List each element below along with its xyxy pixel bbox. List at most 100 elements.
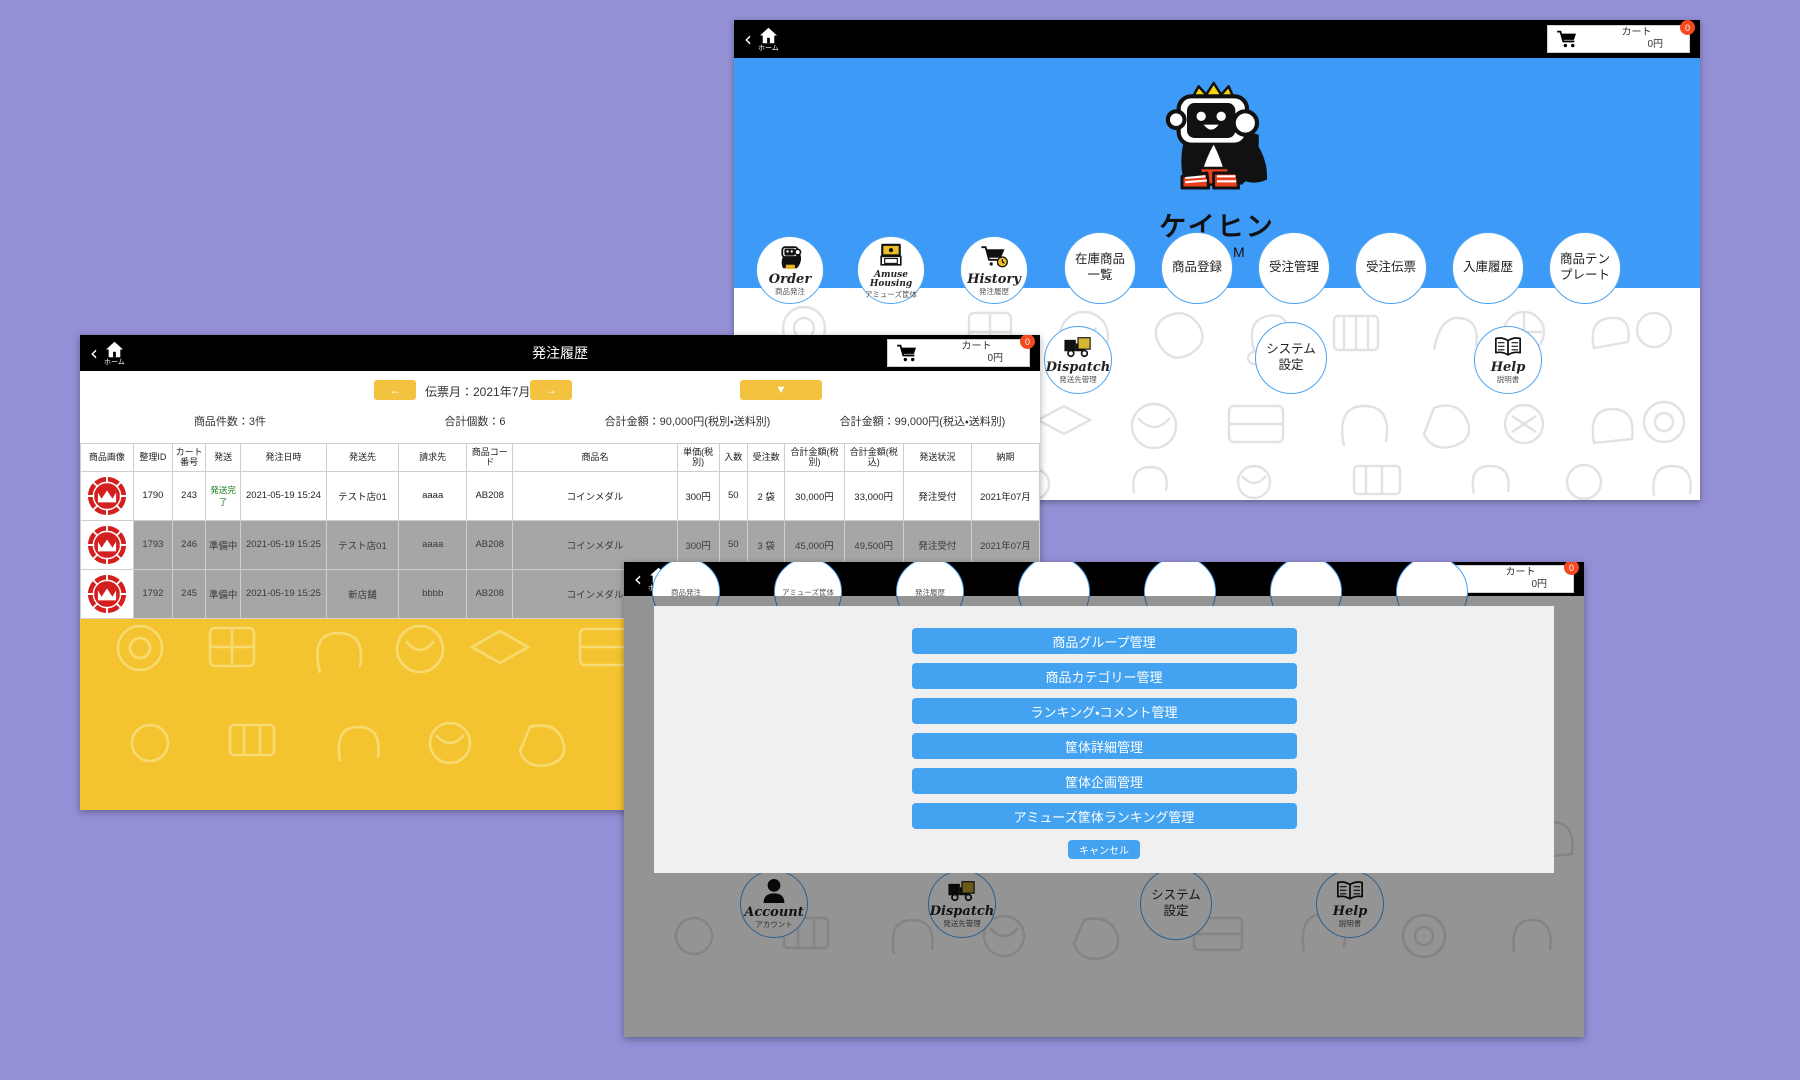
menu-button-product-template[interactable]: 商品テンプレート	[1549, 232, 1621, 304]
cell-unit-price: 300円	[676, 470, 720, 521]
history-summary: 商品件数：3件 合計個数：6 合計金額：90,000円(税別・送料別) 合計金額…	[80, 413, 1040, 429]
medal-icon	[87, 476, 126, 515]
stat-total-ex-tax: 合計金額：90,000円(税別・送料別)	[604, 416, 771, 428]
cell-ship-to: 新店舗	[325, 568, 400, 619]
menu-button-product-register[interactable]: 商品登録	[1161, 232, 1233, 304]
menu-button-order[interactable]: Order 商品発注	[756, 236, 824, 304]
col-order-qty: 受注数	[747, 443, 786, 472]
menu-button-stock-list[interactable]: 在庫商品一覧	[1064, 232, 1136, 304]
truck-icon	[1064, 337, 1091, 358]
table-header-row: 商品画像 整理ID カート番号 発送 発注日時 発送先 請求先 商品コード 商品…	[80, 443, 1040, 472]
back-chevron-icon[interactable]: ‹	[90, 343, 98, 363]
menu-label-main: 商品登録	[1171, 260, 1222, 275]
cart-label: カート	[1505, 566, 1536, 578]
home-button[interactable]: ホーム	[758, 27, 779, 52]
cell-order-date: 2021-05-19 15:24	[240, 470, 327, 521]
medal-icon	[87, 574, 126, 613]
stat-total-qty: 合計個数：6	[444, 416, 506, 428]
cart-amount: 0円	[1647, 39, 1663, 50]
col-total-ex-tax: 合計金額(税別)	[784, 443, 845, 472]
filter-dropdown-button[interactable]: ▼	[740, 380, 822, 400]
menu-button-amuse-housing[interactable]: Amuse Housing アミューズ筐体	[857, 236, 925, 304]
home-topbar: ‹ ホーム カート 0円 0	[734, 20, 1700, 58]
menu-button-order-management[interactable]: 受注管理	[1258, 232, 1330, 304]
cell-bill-to: aaaa	[398, 470, 468, 521]
cell-ship-to: テスト店01	[325, 470, 400, 521]
cell-product-code: AB208	[466, 519, 514, 570]
cart-text: カート 0円	[924, 341, 1029, 366]
modal-button-product-category[interactable]: 商品カテゴリー管理	[911, 663, 1297, 689]
cart-button[interactable]: カート 0円 0	[1547, 20, 1695, 53]
cell-total-ex-tax: 30,000円	[784, 470, 845, 521]
cell-id: 1793	[132, 519, 174, 570]
arcade-cabinet-icon	[880, 243, 902, 266]
modal-button-product-group[interactable]: 商品グループ管理	[911, 628, 1297, 654]
history-controls: ← 伝票月：2021年7月 → ▼ 商品件数：3件 合計個数：6 合計金額：90…	[80, 371, 1040, 443]
stat-total-in-tax: 合計金額：99,000円(税込・送料別)	[839, 416, 1006, 428]
back-chevron-icon[interactable]: ‹	[634, 569, 642, 589]
cell-product-image	[80, 519, 134, 570]
menu-label-en: Help	[1490, 360, 1526, 376]
settings-modal: 商品グループ管理 商品カテゴリー管理 ランキング・コメント管理 筐体詳細管理 筐…	[654, 606, 1554, 873]
col-order-date: 発注日時	[240, 443, 327, 472]
menu-label-main: 入庫履歴	[1462, 260, 1513, 275]
house-icon	[759, 27, 777, 43]
cell-order-qty: 2 袋	[747, 470, 786, 521]
menu-label-en: Amuse Housing	[869, 269, 913, 289]
cart-icon	[896, 344, 918, 362]
cell-product-code: AB208	[466, 568, 514, 619]
cart-badge: 0	[1020, 335, 1035, 349]
menu-label-jp: アミューズ筐体	[865, 289, 917, 299]
cart-amount: 0円	[987, 353, 1003, 364]
cart-clock-icon	[981, 246, 1008, 268]
cart-text: カート 0円	[1468, 567, 1573, 592]
home-label: ホーム	[758, 44, 779, 52]
menu-button-history[interactable]: History 発注履歴	[960, 236, 1028, 304]
menu-button-help[interactable]: Help 説明書	[1474, 326, 1542, 394]
menu-button-system-settings[interactable]: システム設定	[1255, 322, 1327, 394]
settings-window: ‹ ホーム カート 0円 0	[624, 562, 1584, 1037]
modal-button-cabinet-plan[interactable]: 筐体企画管理	[911, 768, 1297, 794]
settings-body: 商品発注 アミューズ筐体 発注履歴 Account アカウント Dispatch…	[624, 562, 1584, 1037]
history-topbar: ‹ ホーム 発注履歴 カート 0円 0	[80, 335, 1040, 371]
mascot-icon	[1165, 81, 1268, 190]
menu-label-main: 在庫商品一覧	[1074, 252, 1125, 282]
menu-button-order-slip[interactable]: 受注伝票	[1355, 232, 1427, 304]
menu-label-main: 受注管理	[1268, 260, 1319, 275]
cell-order-date: 2021-05-19 15:25	[240, 519, 327, 570]
prev-month-button[interactable]: ←	[374, 380, 416, 400]
menu-label-en: History	[967, 272, 1021, 288]
cell-total-in-tax: 33,000円	[843, 470, 904, 521]
menu-label-jp: 発送先管理	[1059, 375, 1097, 385]
col-product-code: 商品コード	[466, 443, 514, 472]
cart-button[interactable]: カート 0円 0	[887, 335, 1035, 367]
cell-order-date: 2021-05-19 15:25	[240, 568, 327, 619]
house-icon	[105, 341, 123, 357]
menu-label-jp: 説明書	[1496, 375, 1520, 385]
cart-badge: 0	[1564, 562, 1579, 575]
col-qty-per: 入数	[718, 443, 749, 472]
menu-button-dispatch[interactable]: Dispatch 発送先管理	[1044, 326, 1112, 394]
cell-shipping: 準備中	[205, 568, 242, 619]
modal-button-cabinet-detail[interactable]: 筐体詳細管理	[911, 733, 1297, 759]
brand-logo: ケイヒン FORM	[1142, 68, 1292, 260]
modal-button-amuse-cabinet-ranking[interactable]: アミューズ筐体ランキング管理	[911, 803, 1297, 829]
table-row[interactable]: 1790 243 発送完了 2021-05-19 15:24 テスト店01 aa…	[80, 470, 1040, 521]
col-unit-price: 単価(税別)	[676, 443, 720, 472]
col-product-name: 商品名	[512, 443, 678, 472]
cart-badge: 0	[1680, 20, 1695, 35]
cell-cart-no: 245	[172, 568, 207, 619]
stat-item-count: 商品件数：3件	[193, 416, 267, 428]
next-month-button[interactable]: →	[530, 380, 572, 400]
cell-id: 1790	[132, 470, 174, 521]
col-product-image: 商品画像	[80, 443, 134, 472]
cell-qty-per: 50	[718, 470, 749, 521]
menu-label-main: システム設定	[1266, 342, 1316, 372]
back-chevron-icon[interactable]: ‹	[744, 29, 752, 49]
home-button[interactable]: ホーム	[104, 341, 125, 366]
modal-cancel-button[interactable]: キャンセル	[1068, 840, 1140, 859]
col-ship-status: 発送状況	[902, 443, 972, 472]
modal-button-ranking-comment[interactable]: ランキング・コメント管理	[911, 698, 1297, 724]
cell-cart-no: 243	[172, 470, 207, 521]
menu-button-warehouse-history[interactable]: 入庫履歴	[1452, 232, 1524, 304]
